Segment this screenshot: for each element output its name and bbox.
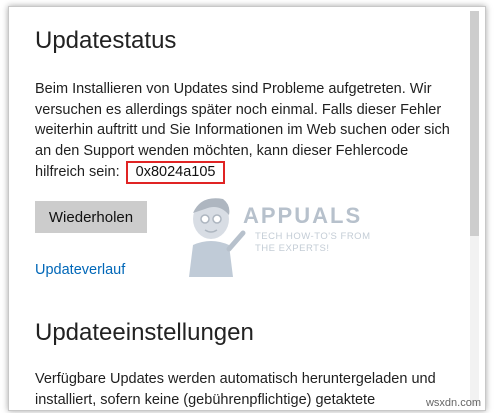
update-status-title: Updatestatus [35,27,177,54]
error-code: 0x8024a105 [125,161,226,184]
retry-button[interactable]: Wiederholen [35,201,147,233]
scrollbar-thumb[interactable] [470,11,479,236]
update-history-link[interactable]: Updateverlauf [35,262,125,278]
appuals-logo: APPUALS [243,203,363,228]
update-settings-title: Updateeinstellungen [35,319,254,346]
update-settings-message: Verfügbare Updates werden automatisch he… [35,371,436,408]
mascot-icon [189,198,246,277]
update-status-message: Beim Installieren von Updates sind Probl… [35,79,455,184]
appuals-tagline-line1: TECH HOW-TO'S FROM [255,231,371,242]
appuals-watermark: APPUALS TECH HOW-TO'S FROM THE EXPERTS! [179,189,370,279]
update-status-message-text: Beim Installieren von Updates sind Probl… [35,81,450,180]
site-watermark: wsxdn.com [425,397,481,409]
settings-window: Updatestatus Beim Installieren von Updat… [8,6,486,411]
vertical-scrollbar[interactable] [470,11,479,406]
appuals-tagline: TECH HOW-TO'S FROM THE EXPERTS! [255,231,371,255]
appuals-tagline-line2: THE EXPERTS! [255,243,330,254]
